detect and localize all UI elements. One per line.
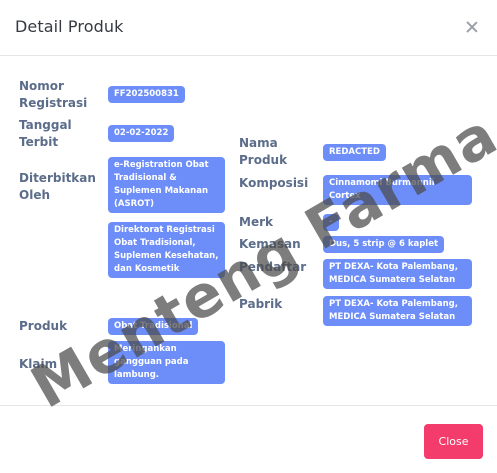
label-diterbitkan-oleh: Diterbitkan Oleh — [19, 171, 96, 202]
value-diterbitkan-oleh-2: Direktorat Registrasi Obat Tradisional, … — [108, 222, 225, 278]
value-produk: Obat Tradisional — [108, 318, 199, 335]
label-pabrik: Pabrik — [239, 297, 283, 311]
value-diterbitkan-oleh-1: e-Registration Obat Tradisional & Suplem… — [108, 157, 225, 213]
value-nomor-registrasi: FF202500831 — [108, 86, 185, 103]
label-kemasan: Kemasan — [239, 237, 301, 251]
value-komposisi: Cinnamomi Burmannii Cortex — [323, 175, 472, 205]
modal-title: Detail Produk — [15, 17, 124, 36]
close-icon[interactable] — [463, 18, 481, 36]
label-nomor-registrasi: Nomor Registrasi — [19, 79, 88, 110]
value-pendaftar: PT DEXA- Kota Palembang, MEDICA Sumatera… — [323, 259, 472, 289]
close-button[interactable]: Close — [424, 424, 483, 459]
label-tanggal-terbit: Tanggal Terbit — [19, 118, 72, 149]
value-merk: - — [323, 214, 339, 231]
value-kemasan: Dus, 5 strip @ 6 kaplet — [323, 236, 445, 253]
modal-footer — [0, 405, 497, 473]
modal-header: Detail Produk — [0, 0, 497, 56]
label-nama-produk: Nama Produk — [239, 136, 288, 167]
value-nama-produk: REDACTED — [323, 144, 386, 161]
label-pendaftar: Pendaftar — [239, 260, 307, 274]
value-klaim: Meringankan gangguan pada lambung. — [108, 341, 225, 384]
value-pabrik: PT DEXA- Kota Palembang, MEDICA Sumatera… — [323, 296, 472, 326]
label-merk: Merk — [239, 215, 273, 229]
label-produk: Produk — [19, 319, 68, 333]
label-klaim: Klaim — [19, 357, 58, 371]
value-tanggal-terbit: 02-02-2022 — [108, 125, 175, 142]
label-komposisi: Komposisi — [239, 176, 309, 190]
product-detail-modal: Detail Produk Nomor Registrasi FF2025008… — [0, 0, 497, 473]
